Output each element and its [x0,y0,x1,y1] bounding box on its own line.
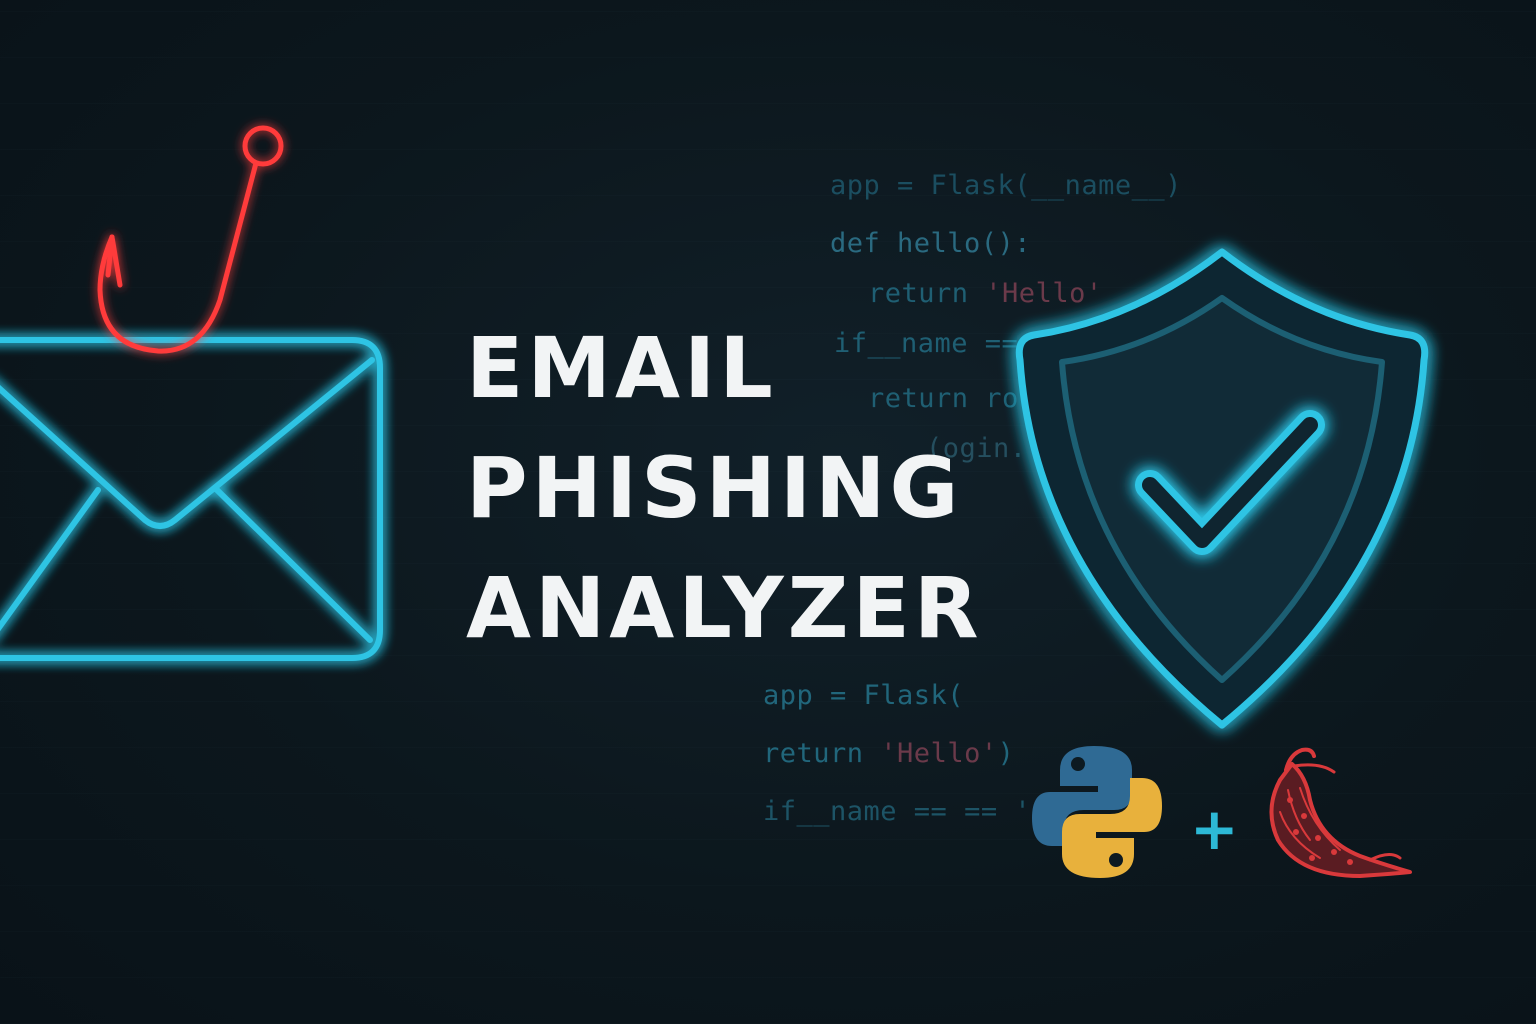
page-title-line-1: EMAIL [466,319,777,417]
code-line: if__name == [834,328,1019,359]
fishing-hook-icon [97,125,284,354]
shield-check-icon [1015,248,1429,729]
python-logo-icon [1032,746,1162,878]
code-line: app = Flask( [763,680,965,711]
code-line: def hello(): [830,228,1032,259]
code-keyword: return [763,738,881,769]
plus-sign: + [1190,795,1239,863]
code-string: 'Hello' [880,738,998,769]
page-title-line-2: PHISHING [466,439,963,537]
flask-pepper-logo-icon [1269,747,1412,878]
page-title-line-3: ANALYZER [466,559,983,657]
code-line: return ro [868,383,1019,414]
code-line: return 'Hello') [763,738,1014,769]
code-line: app = Flask(__name__) [830,170,1182,201]
code-line: if__name == == ' [763,796,1032,827]
hero-banner: app = Flask(__name__) def hello(): retur… [0,0,1536,1024]
code-keyword: return [868,278,986,309]
code-punct: ) [997,738,1015,769]
